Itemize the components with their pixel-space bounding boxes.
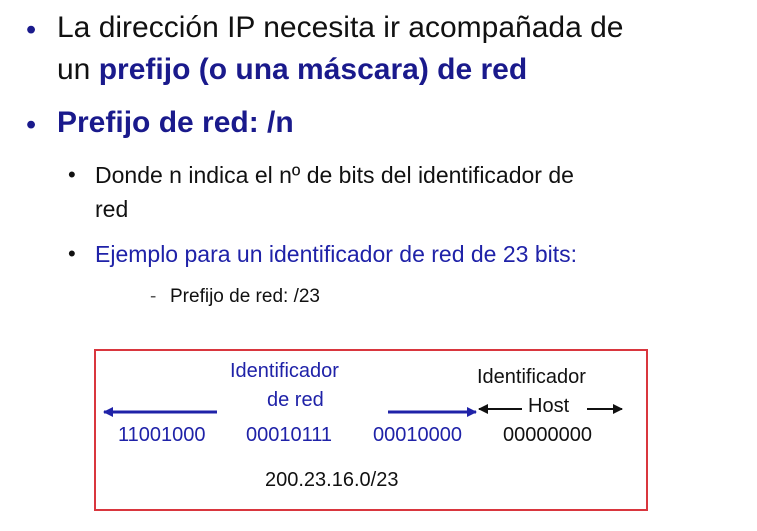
octet-3: 00010000	[373, 424, 462, 446]
bullet-dot: •	[26, 14, 37, 46]
sub-bullet-dot: •	[68, 241, 76, 266]
host-id-label-line-1: Identificador	[477, 366, 586, 388]
octet-1: 11001000	[118, 424, 206, 446]
bullet-2-heading: Prefijo de red: /n	[57, 106, 294, 139]
network-id-label-line-2: de red	[267, 389, 324, 411]
sub-sub-bullet-dash: -	[150, 286, 157, 307]
bullet-1-line-2-bold: prefijo (o una máscara) de red	[98, 53, 528, 86]
network-address-result: 200.23.16.0/23	[265, 469, 399, 491]
bullet-1-line-2: un prefijo (o una máscara) de red	[57, 52, 527, 88]
bullet-dot: •	[26, 109, 37, 141]
bullet-1-line-2-plain: un	[57, 53, 99, 86]
sub-bullet-dot: •	[68, 162, 76, 187]
network-id-label-line-1: Identificador	[230, 360, 339, 382]
sub-sub-bullet-text: Prefijo de red: /23	[170, 286, 320, 307]
sub-bullet-1-line-2: red	[95, 196, 129, 222]
sub-bullet-1-line-1: Donde n indica el nº de bits del identif…	[95, 162, 574, 188]
octet-4: 00000000	[503, 424, 592, 446]
host-id-label-line-2: Host	[528, 395, 570, 417]
octet-2: 00010111	[246, 424, 333, 446]
sub-bullet-2-text: Ejemplo para un identificador de red de …	[95, 241, 578, 267]
bullet-1-line-1: La dirección IP necesita ir acompañada d…	[57, 11, 624, 44]
